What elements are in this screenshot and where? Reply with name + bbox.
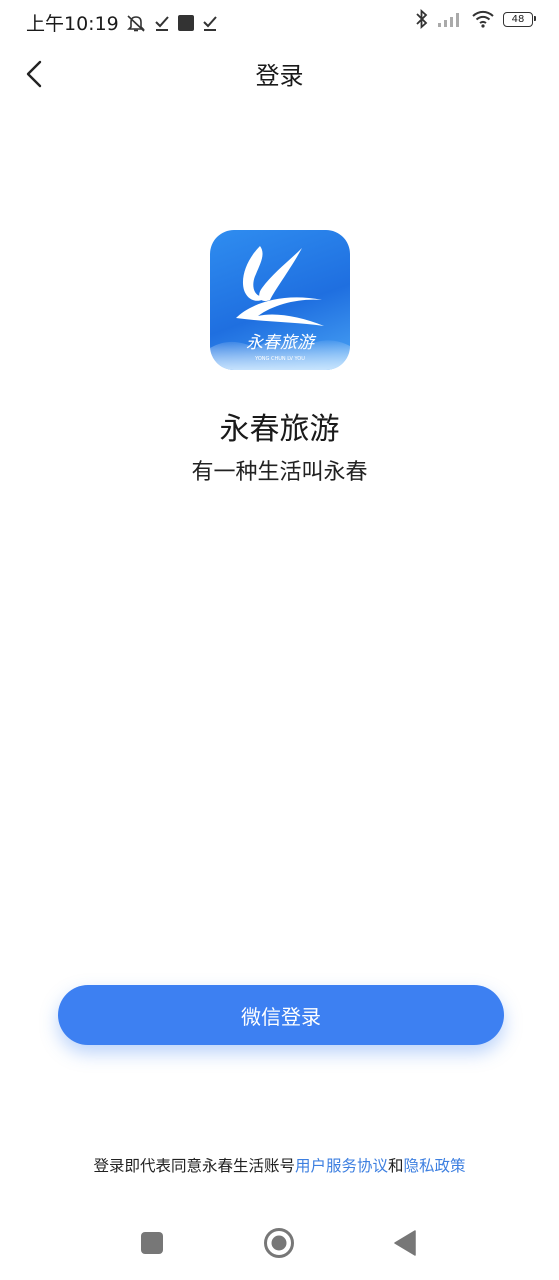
square-icon [177,14,195,32]
app-slogan: 有一种生活叫永春 [191,460,368,485]
logo-text: 永春旅游 [246,333,317,353]
check-icon [201,14,219,32]
signal-icon [437,10,463,28]
terms-link[interactable]: 用户服务协议 [295,1157,388,1175]
recent-apps-button[interactable] [132,1215,172,1271]
square-icon [141,1232,163,1254]
home-button[interactable] [259,1215,299,1271]
nav-bar: 登录 [0,42,559,104]
bluetooth-icon [415,9,429,29]
page-title: 登录 [255,62,304,90]
wifi-icon [471,10,495,28]
agreement-prefix: 登录即代表同意永春生活账号 [93,1157,295,1175]
system-nav-bar [0,1215,559,1271]
mute-icon [125,14,147,32]
check-icon [153,14,171,32]
agreement-text: 登录即代表同意永春生活账号用户服务协议和隐私政策 [0,1154,559,1176]
home-circle-icon [264,1228,294,1258]
agreement-conjunction: 和 [388,1157,404,1175]
status-left: 上午10:19 [26,9,219,36]
triangle-back-icon [394,1230,416,1256]
logo-subtext: YONG CHUN LV YOU [254,356,305,362]
app-logo: 永春旅游 YONG CHUN LV YOU [210,230,350,370]
privacy-link[interactable]: 隐私政策 [404,1157,466,1175]
app-name: 永春旅游 [219,412,340,447]
status-right: 48 [415,9,536,29]
status-bar: 上午10:19 48 [0,0,559,42]
battery-icon: 48 [503,11,536,27]
back-nav-button[interactable] [385,1215,425,1271]
status-time: 上午10:19 [26,13,119,35]
wechat-login-button[interactable]: 微信登录 [58,985,504,1045]
